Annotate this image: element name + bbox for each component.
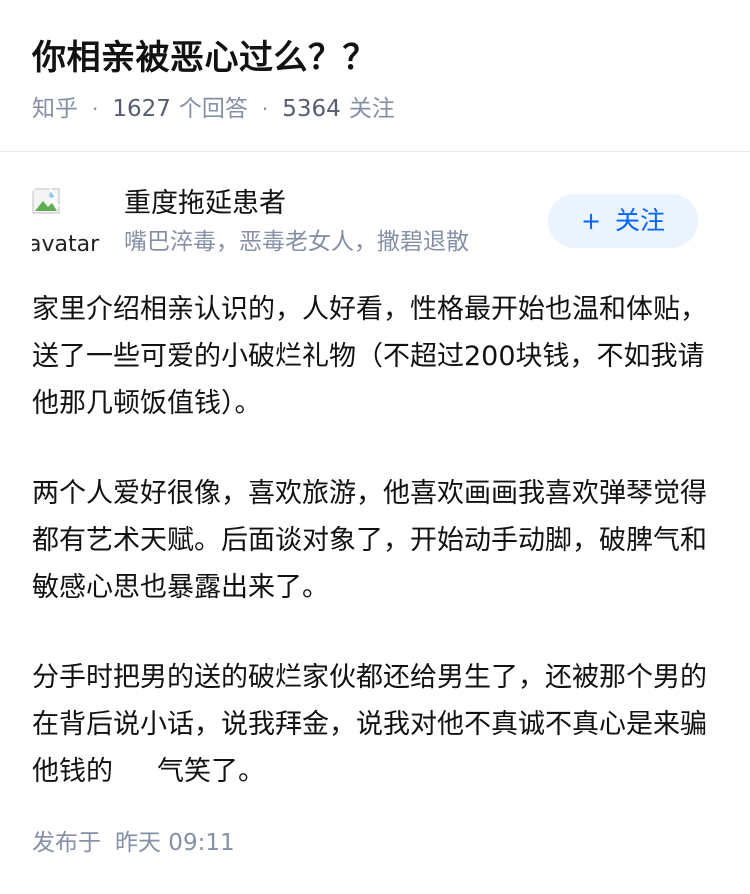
answer-count-label[interactable]: 个回答	[179, 94, 248, 124]
answer-paragraph-tail: 气笑了。	[157, 756, 265, 787]
follow-button[interactable]: + 关注	[548, 194, 698, 248]
meta-separator: ·	[261, 97, 269, 121]
published-label: 发布于	[32, 830, 101, 856]
meta-separator: ·	[92, 97, 99, 121]
broken-image-icon	[32, 188, 60, 214]
answer-paragraph: 家里介绍相亲认识的，人好看，性格最开始也温和体贴，送了一些可爱的小破烂礼物（不超…	[32, 294, 707, 419]
avatar-alt-text: avatar	[32, 232, 100, 256]
answer-paragraph: 分手时把男的送的破烂家伙都还给男生了，还被那个男的在背后说小话，说我拜金，说我对…	[32, 654, 722, 795]
source-label: 知乎	[32, 96, 78, 122]
follower-count: 5364	[282, 96, 341, 122]
follower-count-label: 关注	[348, 96, 395, 122]
answer-count: 1627	[112, 96, 171, 122]
answer-footer: 发布于 昨天 09:11	[32, 828, 235, 858]
author-bio: 嘴巴淬毒，恶毒老女人，撒碧退散	[124, 229, 469, 255]
avatar[interactable]: avatar	[32, 188, 100, 256]
plus-icon: +	[580, 207, 602, 235]
question-header: 你相亲被恶心过么？？ 知乎 · 1627 个回答 · 5364 关注	[0, 0, 750, 152]
question-meta: 知乎 · 1627 个回答 · 5364 关注	[32, 94, 395, 124]
answer-paragraph-text: 分手时把男的送的破烂家伙都还给男生了，还被那个男的在背后说小话，说我拜金，说我对…	[32, 662, 707, 787]
author-info: avatar 重度拖延患者 嘴巴淬毒，恶毒老女人，撒碧退散 + 关注	[0, 180, 750, 260]
follow-button-label: 关注	[615, 206, 666, 235]
published-time: 昨天 09:11	[115, 830, 235, 856]
answer-paragraph: 两个人爱好很像，喜欢旅游，他喜欢画画我喜欢弹琴觉得都有艺术天赋。后面谈对象了，开…	[32, 478, 707, 603]
answer-content: 家里介绍相亲认识的，人好看，性格最开始也温和体贴，送了一些可爱的小破烂礼物（不超…	[32, 286, 722, 795]
question-title[interactable]: 你相亲被恶心过么？？	[32, 36, 377, 80]
author-name[interactable]: 重度拖延患者	[124, 187, 286, 221]
